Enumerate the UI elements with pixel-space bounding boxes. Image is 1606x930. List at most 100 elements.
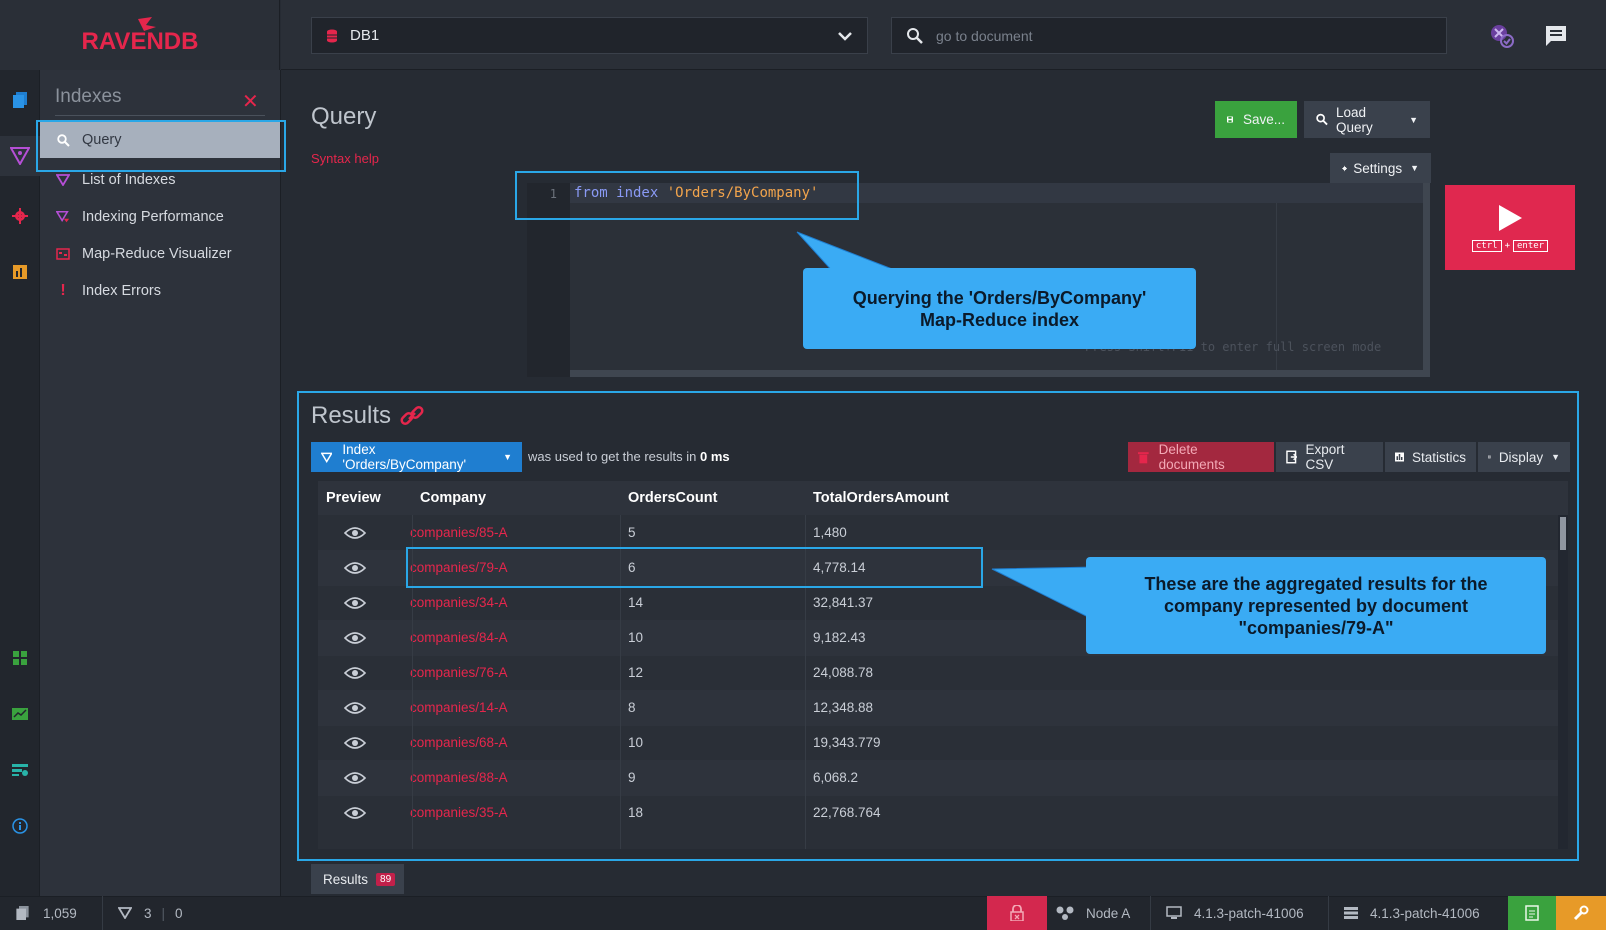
total-orders-amount-cell: 9,182.43 — [813, 630, 866, 645]
orders-count-cell: 12 — [628, 665, 644, 680]
total-orders-amount-cell: 12,348.88 — [813, 700, 874, 715]
table-row[interactable]: companies/85-A 5 1,480 — [318, 515, 1558, 551]
preview-eye-icon[interactable] — [343, 655, 367, 691]
company-link[interactable]: companies/14-A — [410, 690, 508, 726]
save-button[interactable]: Save... — [1215, 101, 1297, 138]
company-link[interactable]: companies/85-A — [410, 515, 508, 551]
database-icon — [327, 29, 337, 42]
delete-documents-button[interactable]: Delete documents — [1128, 442, 1274, 472]
preview-eye-icon[interactable] — [343, 620, 367, 656]
close-icon[interactable]: ✕ — [242, 89, 262, 113]
editor-vertical-scrollbar[interactable] — [1423, 183, 1430, 377]
license-status[interactable] — [1508, 896, 1556, 930]
menu-item-label: Indexing Performance — [82, 209, 224, 225]
index-icon — [118, 907, 132, 919]
security-lock-indicator[interactable] — [987, 896, 1047, 930]
export-csv-button[interactable]: Export CSV — [1276, 442, 1383, 472]
table-row[interactable]: companies/76-A 12 24,088.78 — [318, 655, 1558, 691]
company-link[interactable]: companies/35-A — [410, 795, 508, 831]
notifications-icon[interactable] — [1540, 20, 1572, 52]
column-header-orders-count[interactable]: OrdersCount — [628, 490, 717, 506]
query-line-highlight-frame — [515, 171, 859, 220]
menu-item-list-of-indexes[interactable]: List of Indexes — [40, 162, 281, 198]
dashboard-icon[interactable] — [0, 694, 40, 734]
company-link[interactable]: companies/84-A — [410, 620, 508, 656]
statistics-button[interactable]: Statistics — [1385, 442, 1476, 472]
index-used-dropdown[interactable]: Index 'Orders/ByCompany' ▼ — [311, 442, 522, 472]
cluster-dashboard-icon[interactable] — [0, 750, 40, 790]
node-tag[interactable]: Node A — [1056, 896, 1130, 930]
trash-icon — [1138, 451, 1149, 463]
manage-server-icon[interactable] — [0, 638, 40, 678]
documents-count[interactable]: 1,059 — [16, 896, 77, 930]
support-status[interactable] — [1556, 896, 1606, 930]
about-info-icon[interactable] — [0, 806, 40, 846]
menu-item-index-errors[interactable]: ! Index Errors — [40, 273, 281, 309]
settings-gear-icon[interactable] — [0, 196, 40, 236]
menu-item-map-reduce-visualizer[interactable]: Map-Reduce Visualizer — [40, 236, 281, 272]
server-version-value: 4.1.3-patch-41006 — [1370, 905, 1480, 921]
link-icon[interactable] — [399, 403, 425, 429]
display-button[interactable]: Display ▼ — [1478, 442, 1570, 472]
syntax-help-link[interactable]: Syntax help — [311, 151, 379, 166]
total-orders-amount-cell: 24,088.78 — [813, 665, 874, 680]
server-version[interactable]: 4.1.3-patch-41006 — [1344, 896, 1480, 930]
go-to-document[interactable] — [891, 17, 1447, 54]
menu-item-label: Index Errors — [82, 283, 161, 299]
node-tag-value: Node A — [1086, 905, 1131, 921]
tab-results[interactable]: Results 89 — [311, 864, 404, 894]
index-used-label: Index 'Orders/ByCompany' — [342, 442, 467, 472]
company-link[interactable]: companies/34-A — [410, 585, 508, 621]
query-duration-text: was used to get the results in 0 ms — [528, 449, 730, 464]
stats-icon[interactable] — [0, 252, 40, 292]
indexes-icon[interactable] — [0, 136, 40, 176]
database-selector[interactable]: DB1 — [311, 17, 868, 54]
search-icon — [1316, 113, 1328, 126]
editor-horizontal-scrollbar[interactable] — [570, 370, 1423, 377]
table-scrollbar[interactable] — [1558, 515, 1568, 849]
menu-item-indexing-performance[interactable]: Indexing Performance — [40, 199, 281, 235]
preview-eye-icon[interactable] — [343, 725, 367, 761]
orders-count-cell: 14 — [628, 595, 644, 610]
load-query-button[interactable]: Load Query ▼ — [1304, 101, 1430, 138]
documents-icon[interactable] — [0, 80, 40, 120]
cluster-status-icon[interactable] — [1486, 20, 1518, 52]
preview-eye-icon[interactable] — [343, 760, 367, 796]
preview-eye-icon[interactable] — [343, 515, 367, 551]
settings-button[interactable]: Settings ▼ — [1330, 153, 1431, 183]
preview-eye-icon[interactable] — [343, 550, 367, 586]
query-callout: Querying the 'Orders/ByCompany' Map-Redu… — [803, 268, 1196, 349]
table-row[interactable]: companies/68-A 10 19,343.779 — [318, 725, 1558, 761]
status-divider — [1328, 896, 1329, 930]
save-icon — [1227, 116, 1233, 123]
preview-eye-icon[interactable] — [343, 585, 367, 621]
client-version[interactable]: 4.1.3-patch-41006 — [1166, 896, 1304, 930]
company-link[interactable]: companies/88-A — [410, 760, 508, 796]
total-orders-amount-cell: 19,343.779 — [813, 735, 881, 750]
table-row[interactable]: companies/35-A 18 22,768.764 — [318, 795, 1558, 831]
orders-count-cell: 9 — [628, 770, 636, 785]
callout-line: These are the aggregated results for the — [1144, 573, 1488, 594]
company-link[interactable]: companies/76-A — [410, 655, 508, 691]
database-name: DB1 — [350, 27, 380, 44]
table-row[interactable]: companies/14-A 8 12,348.88 — [318, 690, 1558, 726]
ravendb-logo[interactable]: RAVENDB — [0, 0, 280, 70]
callout-line: Map-Reduce index — [919, 309, 1080, 330]
table-scrollbar-thumb[interactable] — [1560, 517, 1566, 550]
documents-icon — [16, 906, 29, 920]
run-query-button[interactable]: ctrl + enter — [1445, 185, 1575, 270]
column-header-total-orders-amount[interactable]: TotalOrdersAmount — [813, 490, 949, 506]
go-to-document-input[interactable] — [936, 27, 1432, 44]
bar-chart-icon — [1395, 452, 1404, 462]
menu-item-label: List of Indexes — [82, 172, 176, 188]
column-header-company[interactable]: Company — [420, 490, 486, 506]
shortcut-key-enter: enter — [1513, 239, 1549, 252]
table-row[interactable]: companies/88-A 9 6,068.2 — [318, 760, 1558, 796]
index-icon — [321, 452, 333, 463]
company-link[interactable]: companies/68-A — [410, 725, 508, 761]
indexes-count[interactable]: 3 | 0 — [118, 896, 183, 930]
callout-line: "companies/79-A" — [1238, 617, 1394, 638]
preview-eye-icon[interactable] — [343, 690, 367, 726]
preview-eye-icon[interactable] — [343, 795, 367, 831]
column-header-preview[interactable]: Preview — [326, 490, 381, 506]
